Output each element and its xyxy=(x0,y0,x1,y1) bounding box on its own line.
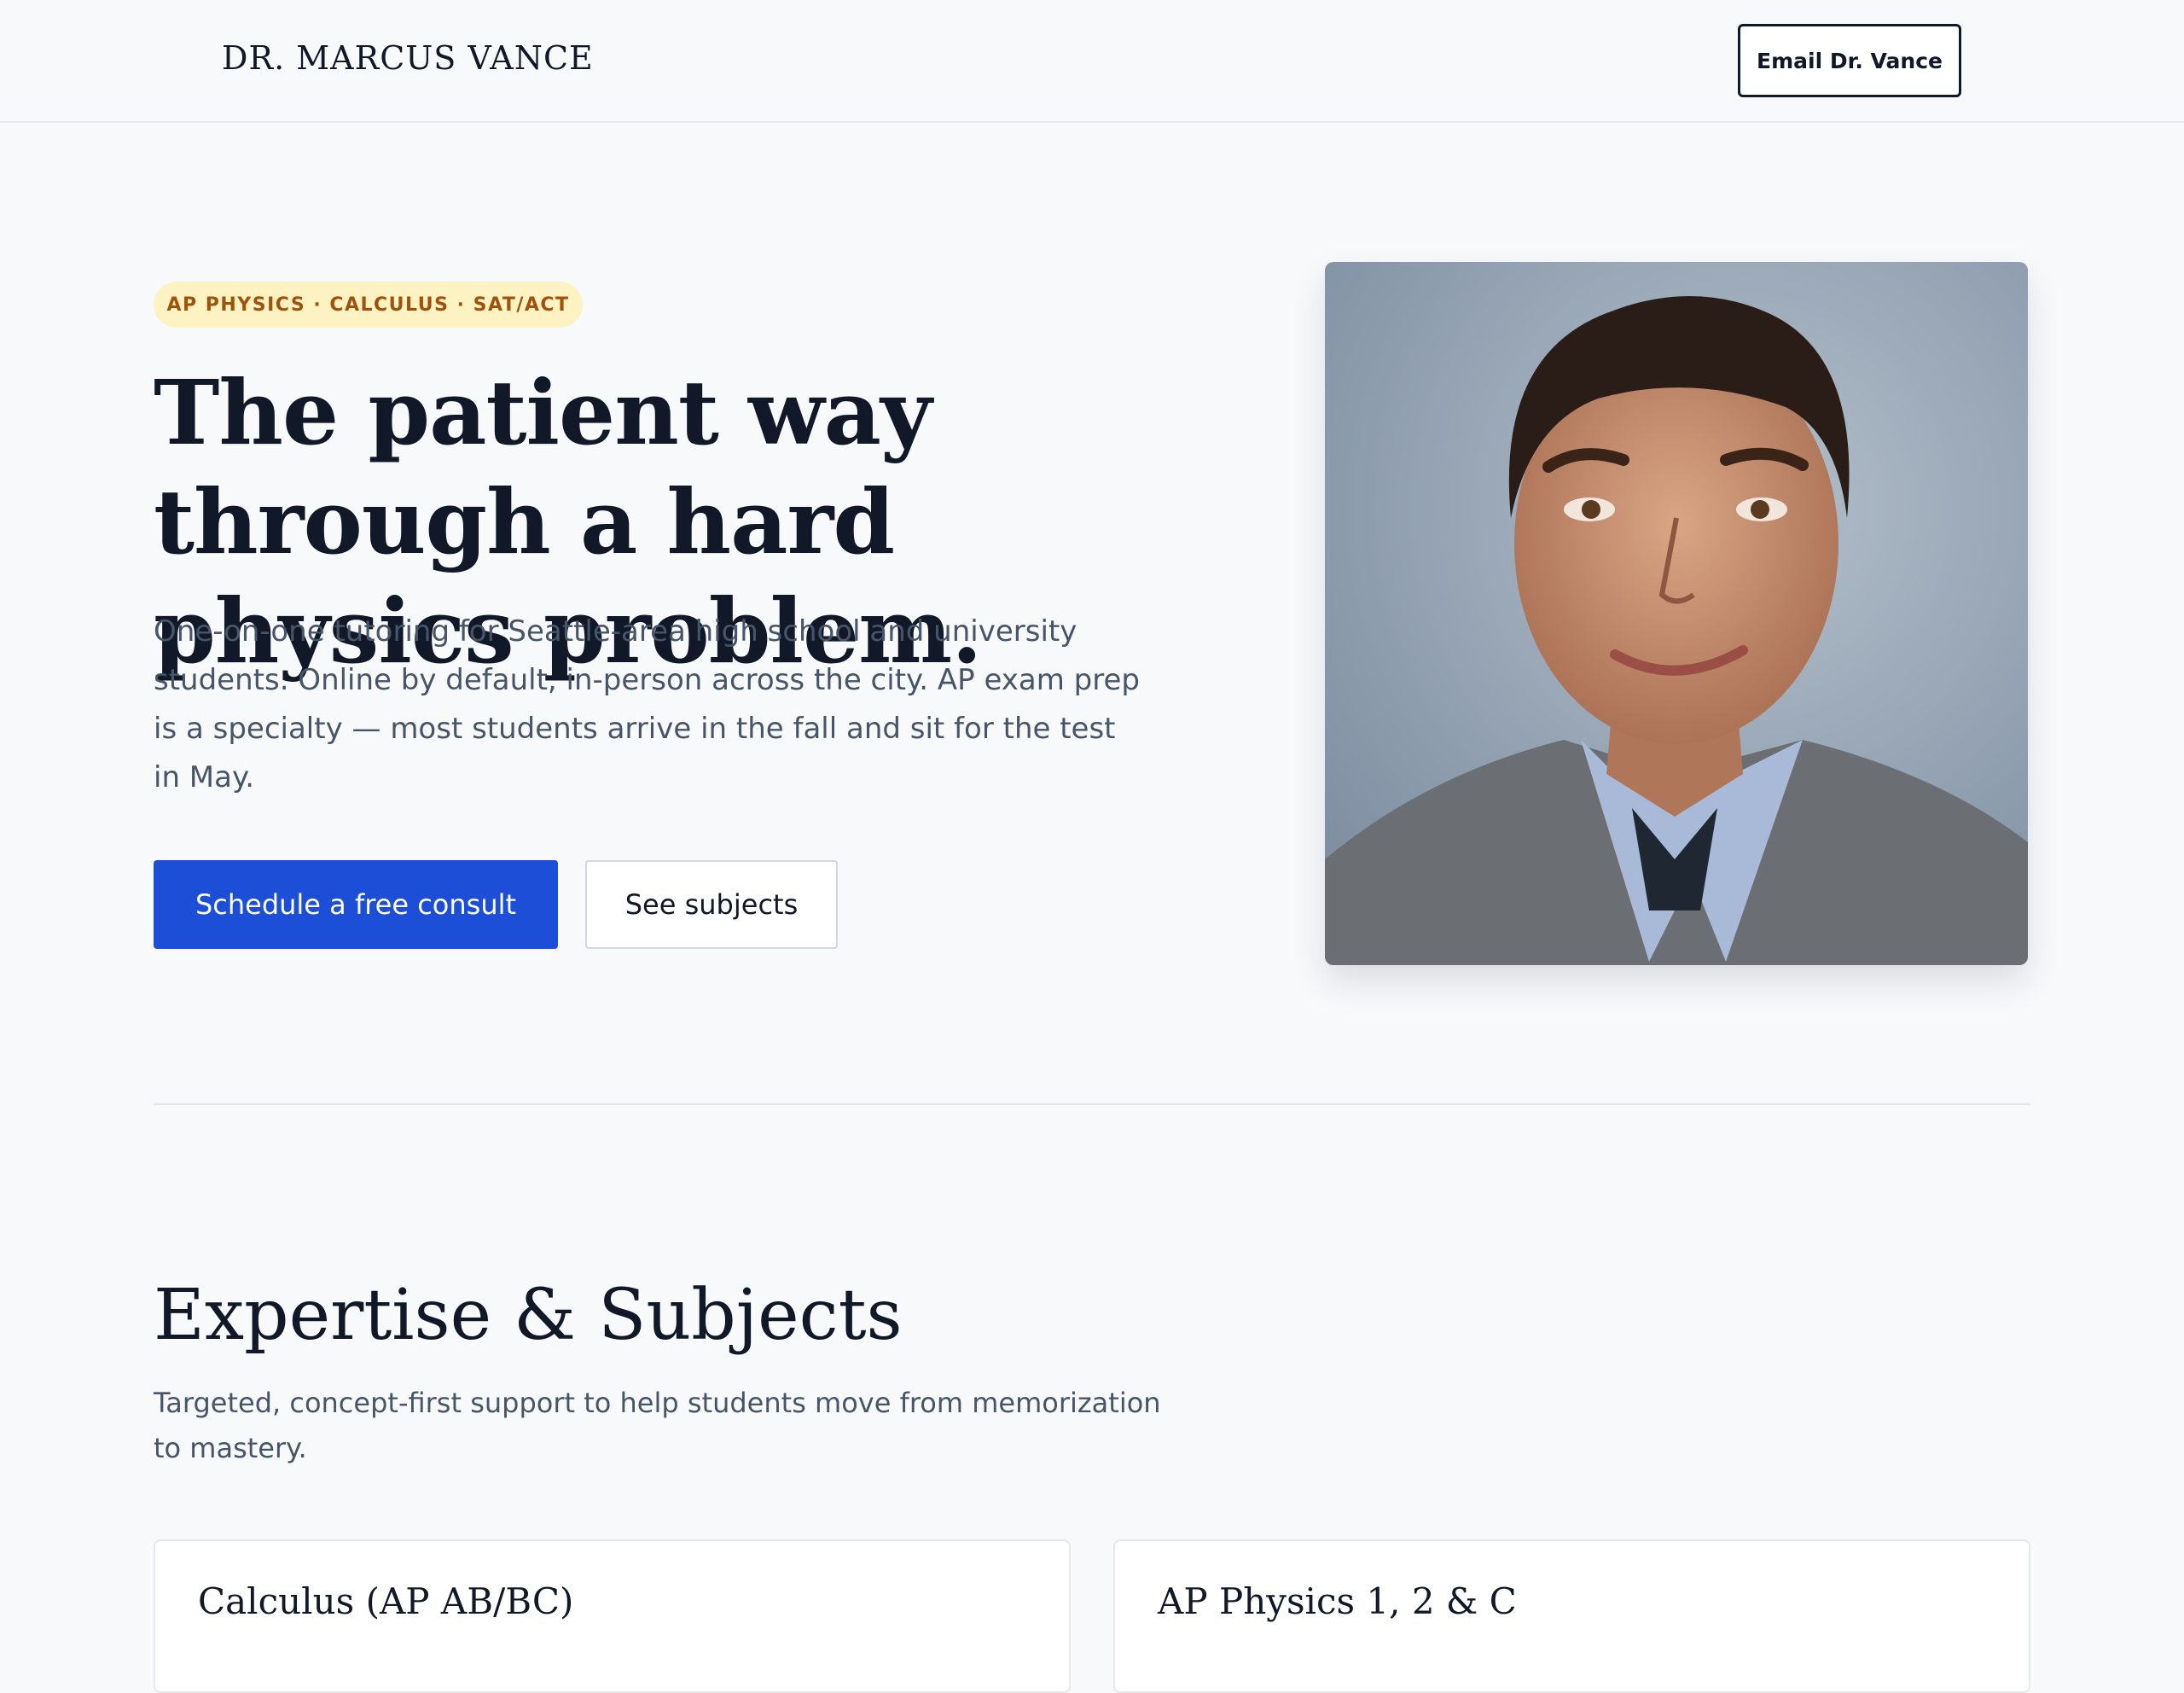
email-button[interactable]: Email Dr. Vance xyxy=(1738,24,1961,97)
expertise-title: Expertise & Subjects xyxy=(154,1275,903,1356)
subject-card-title: AP Physics 1, 2 & C xyxy=(1158,1580,1517,1622)
expertise-subtitle: Targeted, concept-first support to help … xyxy=(154,1387,1161,1464)
schedule-consult-button[interactable]: Schedule a free consult xyxy=(154,860,558,949)
hero-description: One-on-one tutoring for Seattle-area hig… xyxy=(154,614,1140,794)
subject-card-physics[interactable]: AP Physics 1, 2 & C xyxy=(1113,1539,2030,1693)
site-logo[interactable]: DR. MARCUS VANCE xyxy=(222,39,594,77)
subjects-badge: AP PHYSICS · CALCULUS · SAT/ACT xyxy=(154,282,583,328)
subject-card-calculus[interactable]: Calculus (AP AB/BC) xyxy=(154,1539,1071,1693)
site-header: DR. MARCUS VANCE Email Dr. Vance xyxy=(0,0,2184,123)
section-divider xyxy=(154,1103,2030,1105)
tutor-portrait xyxy=(1325,262,2028,965)
subject-card-title: Calculus (AP AB/BC) xyxy=(198,1580,574,1622)
see-subjects-button[interactable]: See subjects xyxy=(585,860,838,949)
